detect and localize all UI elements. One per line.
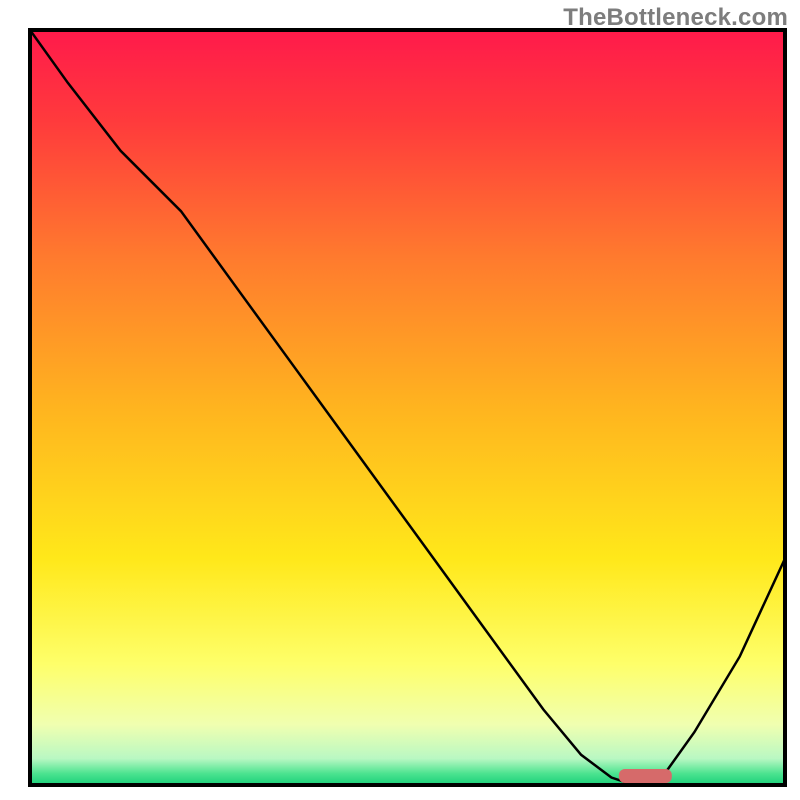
plot-gradient-background bbox=[30, 30, 785, 785]
watermark-text: TheBottleneck.com bbox=[563, 4, 788, 32]
optimal-marker bbox=[619, 769, 672, 783]
chart-container: TheBottleneck.com bbox=[0, 0, 800, 800]
bottleneck-plot bbox=[0, 0, 800, 800]
